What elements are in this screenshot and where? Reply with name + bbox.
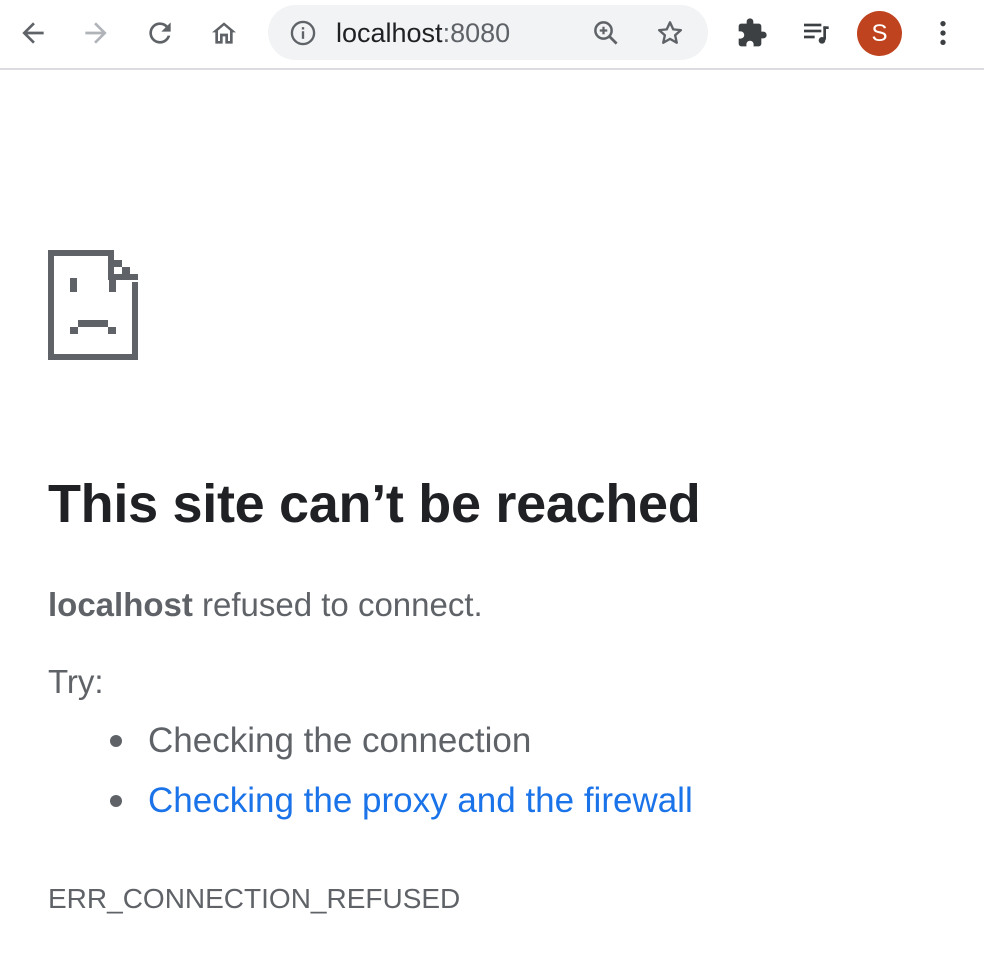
arrow-left-icon <box>22 22 44 44</box>
error-message-text: refused to connect. <box>192 586 483 623</box>
error-host: localhost <box>48 586 193 623</box>
extensions-button[interactable] <box>731 12 773 54</box>
back-button[interactable] <box>12 12 54 54</box>
arrow-right-icon <box>85 22 107 44</box>
profile-avatar-button[interactable]: S <box>857 11 902 56</box>
suggestion-check-proxy-firewall: Checking the proxy and the firewall <box>108 778 693 838</box>
error-code: ERR_CONNECTION_REFUSED <box>48 883 461 914</box>
url-text[interactable]: localhost:8080 <box>336 18 510 48</box>
kebab-menu-icon <box>940 21 946 45</box>
profile-initial: S <box>871 20 888 47</box>
bullet <box>110 735 122 747</box>
suggestion-check-connection: Checking the connection <box>108 718 693 778</box>
url-host: localhost <box>336 18 443 48</box>
site-info-button[interactable] <box>288 18 318 48</box>
browser-toolbar: localhost:8080 S <box>0 0 984 70</box>
reload-icon <box>149 22 171 44</box>
error-message: localhost refused to connect. <box>48 584 483 626</box>
zoom-in-icon <box>594 21 618 45</box>
error-title: This site can’t be reached <box>48 474 701 534</box>
reload-button[interactable] <box>139 12 181 54</box>
address-bar[interactable]: localhost:8080 <box>268 5 708 60</box>
puzzle-icon <box>738 18 767 47</box>
bullet <box>110 795 122 807</box>
bookmark-button[interactable] <box>654 17 686 49</box>
suggestion-list: Checking the connection Checking the pro… <box>108 718 693 838</box>
zoom-button[interactable] <box>590 17 622 49</box>
media-controls-button[interactable] <box>795 12 837 54</box>
try-label: Try: <box>48 663 104 700</box>
chrome-menu-button[interactable] <box>922 12 964 54</box>
sad-document-icon <box>48 250 138 360</box>
proxy-firewall-link[interactable]: Checking the proxy and the firewall <box>148 781 693 820</box>
suggestion-text: Checking the connection <box>148 721 532 760</box>
url-port: :8080 <box>442 18 511 48</box>
forward-button[interactable] <box>75 12 117 54</box>
star-icon <box>657 21 683 44</box>
media-queue-icon <box>804 23 829 44</box>
home-icon <box>212 22 236 44</box>
home-button[interactable] <box>203 12 245 54</box>
info-icon <box>290 20 316 46</box>
